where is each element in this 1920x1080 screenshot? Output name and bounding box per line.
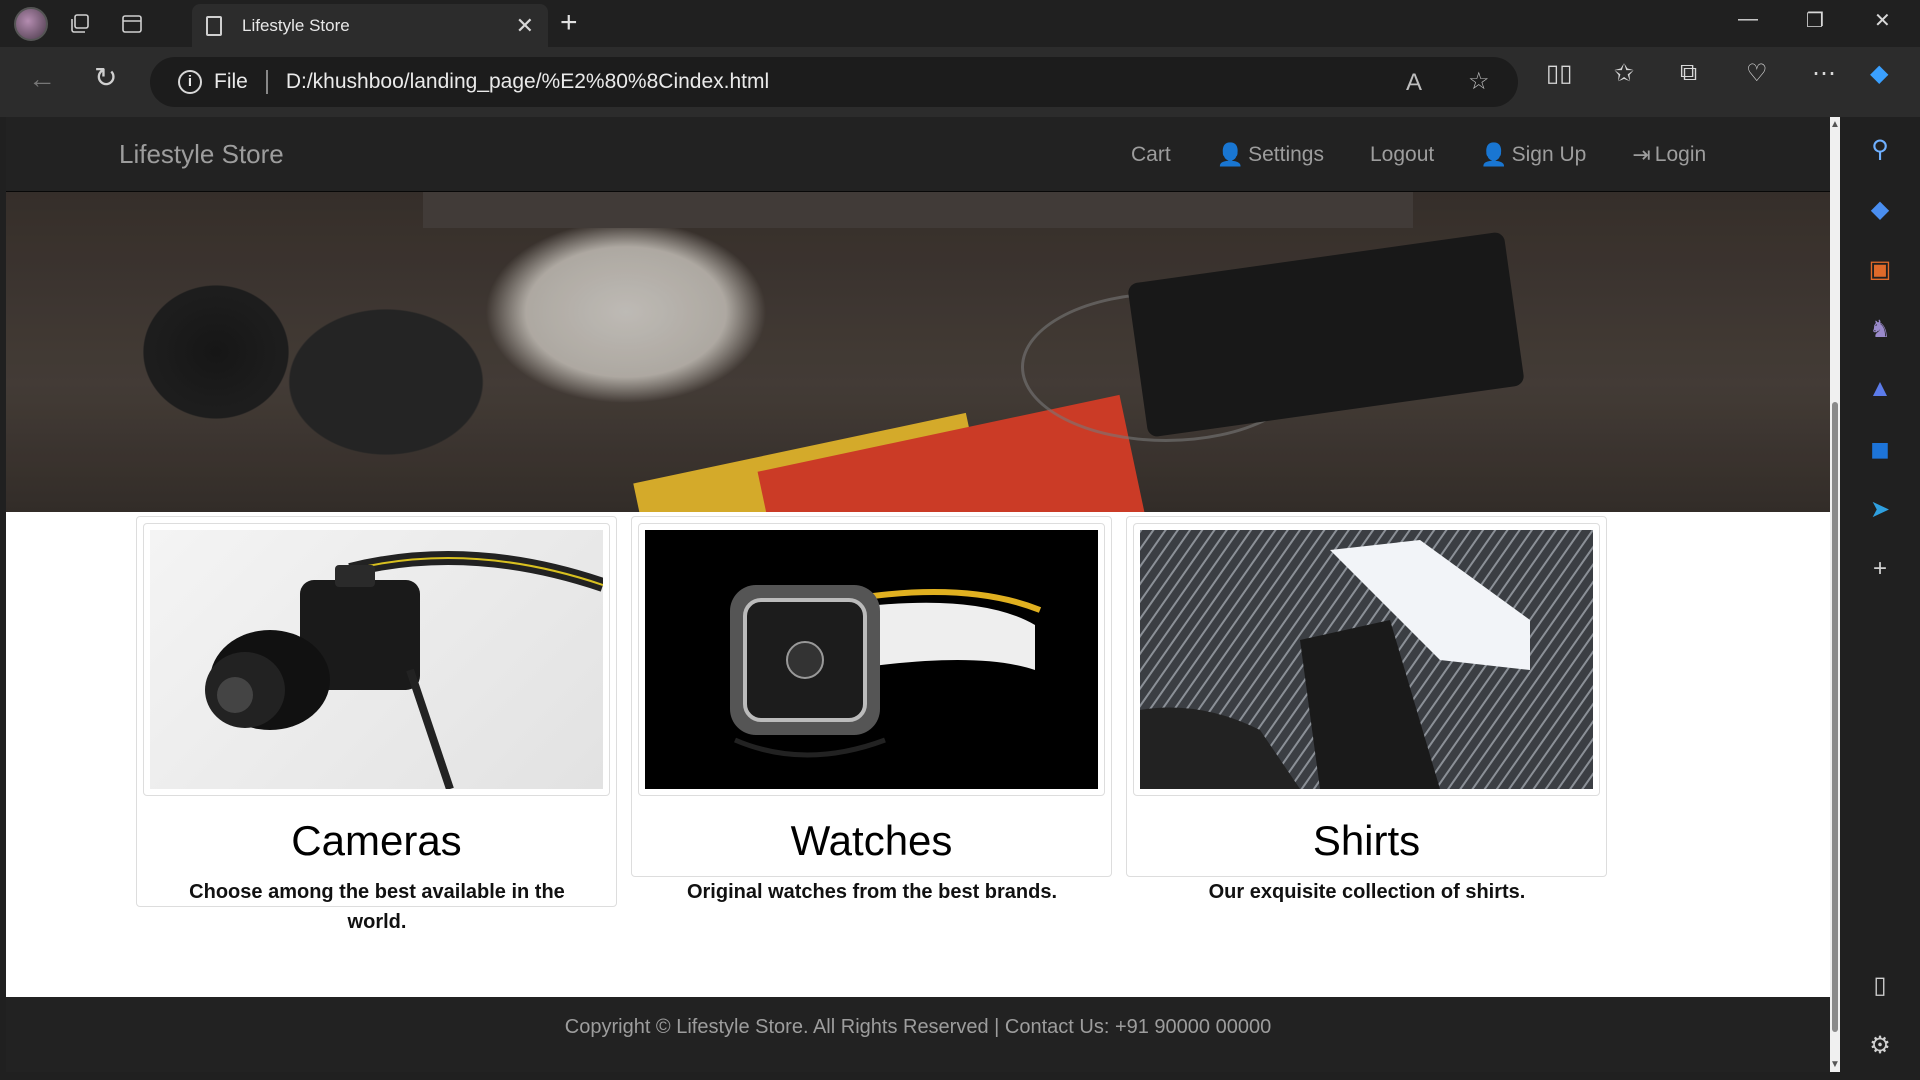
- product-thumbnail[interactable]: [1133, 523, 1600, 796]
- product-card-cameras[interactable]: Cameras Choose among the best available …: [136, 516, 617, 933]
- scrollbar-thumb[interactable]: [1832, 402, 1838, 1032]
- browser-essentials-icon[interactable]: ♡: [1746, 59, 1768, 88]
- refresh-icon[interactable]: ↻: [94, 61, 117, 94]
- collections-icon[interactable]: ⧉: [1680, 59, 1697, 87]
- product-description: Our exquisite collection of shirts.: [1208, 881, 1526, 903]
- footer-text: Copyright © Lifestyle Store. All Rights …: [564, 1016, 1272, 1038]
- shopping-tag-icon[interactable]: ◆: [1864, 193, 1896, 225]
- address-url[interactable]: D:/khushboo/landing_page/%E2%80%8Cindex.…: [286, 70, 769, 94]
- login-icon: ⇥: [1632, 142, 1651, 167]
- settings-gear-icon[interactable]: ⚙: [1864, 1029, 1896, 1061]
- nav-login-label: Login: [1654, 143, 1707, 166]
- outlook-icon[interactable]: ◼: [1864, 433, 1896, 465]
- restore-icon[interactable]: ❐: [1806, 8, 1824, 33]
- more-menu-icon[interactable]: ⋯: [1812, 59, 1836, 88]
- copilot-sidebar-icon[interactable]: ▲: [1864, 373, 1896, 405]
- browser-toolbar: ← ↻ i File D:/khushboo/landing_page/%E2%…: [0, 47, 1920, 117]
- nav-signup[interactable]: 👤 Sign Up: [1480, 142, 1586, 168]
- hero-banner-image: [6, 192, 1830, 512]
- page-icon: [206, 15, 222, 36]
- shirt-image: [1140, 530, 1593, 789]
- favorites-icon[interactable]: ✩: [1614, 59, 1634, 88]
- send-icon[interactable]: ➤: [1864, 493, 1896, 525]
- camera-image: [150, 530, 603, 789]
- site-navbar: Lifestyle Store Cart 👤 Settings Logout 👤 S…: [6, 117, 1830, 192]
- product-description: Choose among the best available in the w…: [189, 881, 565, 933]
- window-close-icon[interactable]: ✕: [1874, 8, 1891, 33]
- scroll-down-icon[interactable]: ▼: [1830, 1059, 1840, 1070]
- copilot-icon[interactable]: ◆: [1870, 59, 1888, 88]
- workspaces-icon[interactable]: [60, 4, 100, 44]
- add-sidebar-app-icon[interactable]: +: [1864, 553, 1896, 585]
- product-thumbnail[interactable]: [638, 523, 1105, 796]
- browser-tab-active[interactable]: Lifestyle Store ✕: [192, 4, 548, 47]
- product-card-watches[interactable]: Watches Original watches from the best b…: [631, 516, 1112, 903]
- nav-login[interactable]: ⇥ Login: [1632, 142, 1706, 168]
- site-info-icon[interactable]: i: [178, 70, 202, 94]
- address-bar[interactable]: i File D:/khushboo/landing_page/%E2%80%8…: [150, 57, 1518, 107]
- watch-image: [645, 530, 1098, 789]
- search-icon[interactable]: ⚲: [1864, 133, 1896, 165]
- user-icon: 👤: [1216, 142, 1245, 167]
- sidebar-layout-icon[interactable]: ▯: [1864, 969, 1896, 1001]
- nav-cart[interactable]: Cart: [1131, 142, 1171, 168]
- page-viewport: Lifestyle Store Cart 👤 Settings Logout 👤 S…: [6, 117, 1830, 1072]
- split-screen-icon[interactable]: ▯▯: [1546, 59, 1572, 88]
- edge-sidebar: ⚲ ◆ ▣ ♞ ▲ ◼ ➤ + ▯ ⚙: [1840, 117, 1920, 1080]
- nav-links: Cart 👤 Settings Logout 👤 Sign Up ⇥ Login: [1131, 142, 1752, 168]
- tools-briefcase-icon[interactable]: ▣: [1864, 253, 1896, 285]
- address-scheme: File: [214, 70, 248, 93]
- site-footer: Copyright © Lifestyle Store. All Rights …: [6, 997, 1830, 1072]
- product-thumbnail[interactable]: [143, 523, 610, 796]
- product-card-shirts[interactable]: Shirts Our exquisite collection of shirt…: [1126, 516, 1607, 903]
- games-icon[interactable]: ♞: [1864, 313, 1896, 345]
- favorite-star-icon[interactable]: ☆: [1468, 67, 1490, 96]
- nav-cart-label: Cart: [1131, 143, 1171, 166]
- product-description: Original watches from the best brands.: [686, 881, 1058, 903]
- vertical-tabs-icon[interactable]: [112, 4, 152, 44]
- close-tab-icon[interactable]: ✕: [516, 13, 534, 39]
- product-title: Shirts: [1312, 817, 1421, 864]
- user-icon: 👤: [1480, 142, 1508, 167]
- profile-avatar[interactable]: [14, 6, 48, 41]
- banner-shade: [6, 192, 1830, 512]
- nav-logout[interactable]: Logout: [1370, 142, 1434, 168]
- minimize-icon[interactable]: —: [1738, 8, 1758, 31]
- page-scrollbar[interactable]: ▲ ▼: [1830, 117, 1840, 1072]
- product-title: Watches: [790, 817, 953, 864]
- back-icon[interactable]: ←: [28, 63, 56, 95]
- new-tab-icon[interactable]: +: [560, 6, 578, 40]
- nav-settings-label: Settings: [1248, 143, 1324, 166]
- nav-signup-label: Sign Up: [1511, 143, 1587, 166]
- site-brand[interactable]: Lifestyle Store: [119, 139, 284, 170]
- scroll-up-icon[interactable]: ▲: [1830, 119, 1840, 130]
- read-aloud-icon[interactable]: A: [1406, 69, 1422, 97]
- product-title: Cameras: [291, 817, 462, 864]
- nav-settings[interactable]: 👤 Settings: [1217, 142, 1324, 168]
- address-separator: [265, 70, 268, 94]
- tab-title: Lifestyle Store: [242, 15, 350, 35]
- nav-logout-label: Logout: [1369, 143, 1435, 166]
